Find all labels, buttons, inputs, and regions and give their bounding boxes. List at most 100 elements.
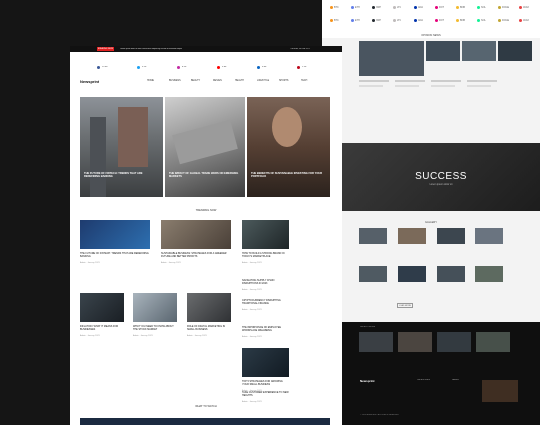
footer-categories-label: CATEGORIES	[417, 379, 430, 381]
main-nav: HOME BUSINESS BEAUTY DESIGN HEALTH LIFESTYLE S…	[147, 80, 337, 84]
social-icon[interactable]	[297, 66, 300, 69]
coin-symbol: BNB	[460, 6, 465, 9]
footer-thumb[interactable]	[398, 332, 432, 352]
gallery-thumb[interactable]	[398, 266, 426, 282]
card-meta: Admin · January 2023	[133, 335, 153, 337]
coin-symbol: DOT	[439, 6, 445, 9]
card-meta: Admin · January 2023	[242, 262, 262, 264]
coin-symbol: BTC	[334, 19, 339, 22]
success-subtitle: Lorem ipsum dolor sit	[429, 183, 453, 186]
success-title: SUCCESS	[415, 171, 467, 182]
coin-symbol: AVAX	[523, 6, 530, 9]
coin-icon	[435, 19, 438, 22]
back-text-lines	[359, 80, 532, 120]
footer-thumb[interactable]	[437, 332, 471, 352]
hero-slider[interactable]: THE FUTURE OF FINTECH: TRENDS THAT ARE R…	[80, 97, 330, 197]
card-image[interactable]	[133, 293, 177, 322]
social-icon[interactable]	[97, 66, 100, 69]
nav-item[interactable]: TECH	[301, 80, 307, 82]
coin-symbol: BTC	[334, 6, 339, 9]
coin-symbol: ADA	[418, 6, 423, 9]
card-title[interactable]: TOP 5 STRATEGIES FOR GROWING YOUR SMALL …	[242, 380, 289, 389]
nav-item[interactable]: LIFESTYLE	[257, 80, 269, 82]
social-icon[interactable]	[137, 66, 140, 69]
footer-logo: Newsprint	[360, 379, 375, 383]
thumb-image[interactable]	[498, 41, 532, 61]
nav-item[interactable]: DESIGN	[213, 80, 222, 82]
social-count: 12.4K	[102, 66, 108, 68]
social-count: 8.2K	[182, 66, 187, 68]
card-title[interactable]: INFLATION: WHAT IT MEANS FOR BUSINESSES	[80, 325, 124, 334]
card-title[interactable]: NAVIGATING SUPPLY CHAIN DISRUPTIONS IN 2…	[242, 279, 289, 288]
coin-symbol: LTC	[397, 19, 402, 22]
card-title[interactable]: CRYPTOCURRENCY DISRUPTING TRADITIONAL FI…	[242, 299, 289, 308]
back-footer: LATEST NEWS Newsprint CATEGORIES PAGES ©…	[342, 322, 540, 425]
gallery-thumb[interactable]	[437, 228, 465, 244]
card-image[interactable]	[242, 348, 289, 377]
footer-thumb[interactable]	[359, 332, 393, 352]
social-count: 9.4K	[262, 66, 267, 68]
card-title[interactable]: SUSTAINABLE BUSINESS: STRATEGIES FOR A G…	[161, 252, 231, 261]
feature-image[interactable]	[359, 41, 424, 76]
card-image[interactable]	[80, 293, 124, 322]
card-meta: Admin · January 2023	[242, 401, 262, 403]
coin-symbol: SOL	[481, 6, 486, 9]
site-logo[interactable]: Newsprint	[80, 79, 99, 84]
nav-item[interactable]: BUSINESS	[169, 80, 181, 82]
card-title[interactable]: ROLE OF DIGITAL MARKETING IN SMALL BUSIN…	[187, 325, 231, 334]
video-banner[interactable]	[80, 418, 330, 425]
coin-symbol: AVAX	[523, 19, 530, 22]
nav-item[interactable]: HOME	[147, 80, 154, 82]
hero-caption: THE IMPACT OF GLOBAL TRADE WARS ON EMERG…	[169, 172, 239, 179]
card-title[interactable]: THE FUTURE OF FINTECH: TRENDS THAT ARE R…	[80, 252, 150, 261]
coin-icon	[372, 19, 375, 22]
ticker-text[interactable]: Lorem ipsum dolor sit amet consectetur a…	[120, 48, 270, 50]
coin-icon	[351, 6, 354, 9]
coin-icon	[435, 6, 438, 9]
social-count: 1.2K	[302, 66, 307, 68]
thumb-image[interactable]	[426, 41, 460, 61]
success-banner[interactable]: SUCCESS Lorem ipsum dolor sit	[342, 143, 540, 211]
coin-symbol: SOL	[481, 19, 486, 22]
nav-item[interactable]: BEAUTY	[191, 80, 200, 82]
gallery-thumb[interactable]	[359, 266, 387, 282]
card-image[interactable]	[187, 293, 231, 322]
hero-image[interactable]: THE BENEFITS OF SUSTAINABLE INVESTING FO…	[247, 97, 330, 197]
gallery-thumb[interactable]	[475, 266, 503, 282]
load-more-button[interactable]: LOAD MORE	[397, 303, 413, 308]
coin-symbol: DOGE	[502, 6, 510, 9]
card-title[interactable]: THE IMPORTANCE OF EMPLOYEE WORKPLACE WEL…	[242, 326, 289, 335]
footer-thumb[interactable]	[476, 332, 510, 352]
coin-icon	[393, 6, 396, 9]
social-count: 5.1K	[142, 66, 147, 68]
card-meta: Admin · January 2023	[187, 335, 207, 337]
card-image[interactable]	[161, 220, 231, 249]
footer-image	[482, 380, 518, 402]
social-icon[interactable]	[217, 66, 220, 69]
coin-icon	[477, 6, 480, 9]
card-title[interactable]: WHAT YOU NEED TO KNOW ABOUT THE STOCK MA…	[133, 325, 177, 334]
hero-image[interactable]: THE FUTURE OF FINTECH: TRENDS THAT ARE R…	[80, 97, 163, 197]
card-image[interactable]	[80, 220, 150, 249]
card-title[interactable]: HOW TO BUILD A STRONG BRAND IN TODAY'S M…	[242, 252, 289, 261]
dark-band-label: LATEST NEWS	[360, 326, 376, 328]
card-image[interactable]	[242, 220, 289, 249]
social-icon[interactable]	[257, 66, 260, 69]
thumb-image[interactable]	[462, 41, 496, 61]
card-title[interactable]: TAKE CUSTOMER EXPERIENCE TO NEW HEIGHTS	[242, 391, 289, 400]
hero-image[interactable]: THE IMPACT OF GLOBAL TRADE WARS ON EMERG…	[165, 97, 245, 197]
nav-item[interactable]: HEALTH	[235, 80, 244, 82]
gallery-thumb[interactable]	[437, 266, 465, 282]
nav-item[interactable]: SPORTS	[279, 80, 288, 82]
front-page-preview: BREAKING NEWS Lorem ipsum dolor sit amet…	[70, 46, 342, 425]
card-meta: Admin · January 2023	[80, 262, 100, 264]
social-icon[interactable]	[177, 66, 180, 69]
gallery-thumb[interactable]	[475, 228, 503, 244]
coin-symbol: DOGE	[502, 19, 510, 22]
hero-caption: THE BENEFITS OF SUSTAINABLE INVESTING FO…	[251, 172, 323, 179]
gallery-thumb[interactable]	[398, 228, 426, 244]
coin-icon	[519, 6, 522, 9]
footer-pages-label: PAGES	[452, 379, 459, 381]
breaking-badge[interactable]: BREAKING NEWS	[97, 47, 114, 51]
gallery-thumb[interactable]	[359, 228, 387, 244]
